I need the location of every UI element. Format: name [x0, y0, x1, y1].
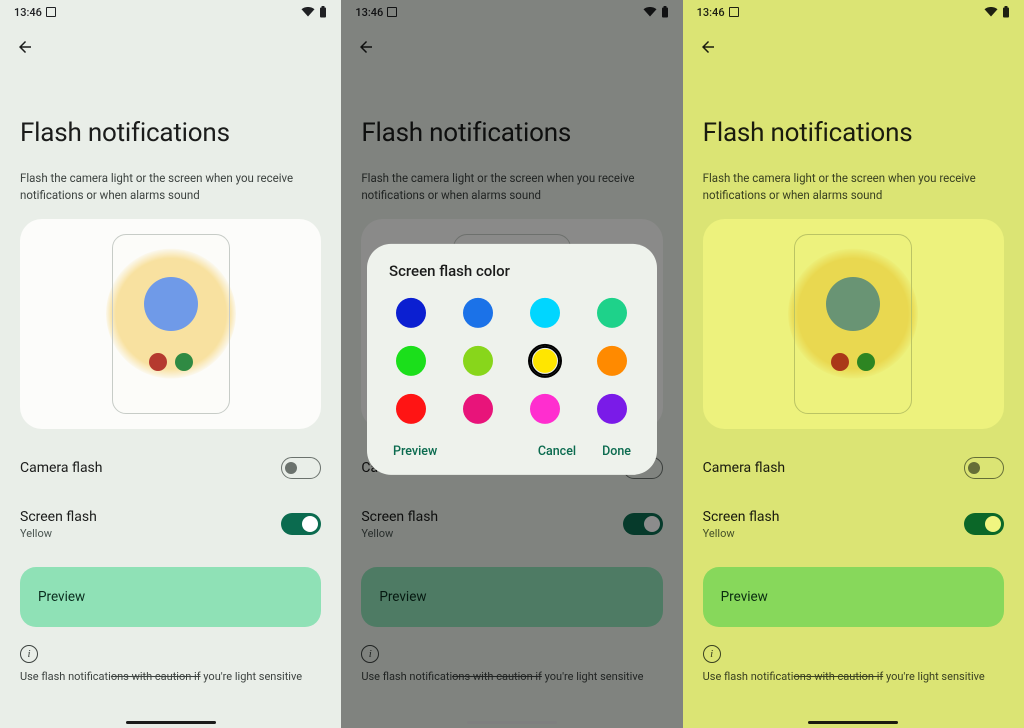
info-icon: i: [361, 645, 379, 663]
footnote-text: Use flash notifications with caution if …: [20, 669, 321, 684]
nav-pill[interactable]: [467, 721, 557, 724]
screen-flash-value: Yellow: [20, 527, 97, 540]
status-time: 13:46: [14, 6, 42, 19]
preview-button[interactable]: Preview: [703, 567, 1004, 627]
screen-flash-label: Screen flash: [703, 509, 780, 525]
color-swatch-3[interactable]: [597, 298, 627, 328]
page-title: Flash notifications: [361, 118, 662, 148]
dialog-title: Screen flash color: [383, 262, 641, 290]
footnote-text: Use flash notifications with caution if …: [361, 669, 662, 684]
screen-flash-label: Screen flash: [20, 509, 97, 525]
camera-flash-row[interactable]: Camera flash: [20, 451, 321, 485]
status-bar: 13:46: [683, 0, 1024, 22]
page-title: Flash notifications: [20, 118, 321, 148]
back-button[interactable]: [697, 36, 719, 58]
status-app-icon: [387, 7, 397, 17]
footnote-text: Use flash notifications with caution if …: [703, 669, 1004, 684]
status-time: 13:46: [355, 6, 383, 19]
status-app-icon: [729, 7, 739, 17]
page-subtitle: Flash the camera light or the screen whe…: [361, 170, 661, 203]
preview-button[interactable]: Preview: [361, 567, 662, 627]
dialog-preview-button[interactable]: Preview: [393, 444, 437, 459]
wifi-icon: [984, 7, 998, 17]
battery-icon: [661, 6, 669, 18]
battery-icon: [1002, 6, 1010, 18]
info-icon: i: [20, 645, 38, 663]
back-button[interactable]: [14, 36, 36, 58]
screen-flash-label: Screen flash: [361, 509, 438, 525]
status-time: 13:46: [697, 6, 725, 19]
color-swatch-6[interactable]: [530, 346, 560, 376]
dialog-done-button[interactable]: Done: [602, 444, 631, 459]
color-swatch-4[interactable]: [396, 346, 426, 376]
color-swatch-1[interactable]: [463, 298, 493, 328]
screenshot-flash-preview: 13:46 Flash notifications Flash the came…: [683, 0, 1024, 728]
screen-flash-value: Yellow: [703, 527, 780, 540]
wifi-icon: [643, 7, 657, 17]
camera-flash-label: Camera flash: [20, 460, 103, 476]
screenshot-color-dialog: 13:46 Flash notifications Flash the came…: [341, 0, 682, 728]
color-swatch-0[interactable]: [396, 298, 426, 328]
info-icon: i: [703, 645, 721, 663]
phone-illustration: [112, 234, 230, 414]
camera-flash-row[interactable]: Camera flash: [703, 451, 1004, 485]
screenshot-settings-normal: 13:46 Flash notifications Flash the came…: [0, 0, 341, 728]
color-swatch-5[interactable]: [463, 346, 493, 376]
screen-flash-row[interactable]: Screen flash Yellow: [703, 507, 1004, 541]
status-bar: 13:46: [0, 0, 341, 22]
camera-flash-toggle[interactable]: [964, 457, 1004, 479]
screen-flash-row[interactable]: Screen flash Yellow: [361, 507, 662, 541]
wifi-icon: [301, 7, 315, 17]
screen-flash-toggle[interactable]: [964, 513, 1004, 535]
page-subtitle: Flash the camera light or the screen whe…: [20, 170, 320, 203]
screen-flash-toggle[interactable]: [281, 513, 321, 535]
illustration-card: [20, 219, 321, 429]
page-title: Flash notifications: [703, 118, 1004, 148]
preview-button[interactable]: Preview: [20, 567, 321, 627]
color-swatch-9[interactable]: [463, 394, 493, 424]
camera-flash-label: Camera flash: [703, 460, 786, 476]
color-swatch-8[interactable]: [396, 394, 426, 424]
nav-pill[interactable]: [808, 721, 898, 724]
status-app-icon: [46, 7, 56, 17]
color-swatch-11[interactable]: [597, 394, 627, 424]
color-swatch-10[interactable]: [530, 394, 560, 424]
nav-pill[interactable]: [126, 721, 216, 724]
color-swatch-2[interactable]: [530, 298, 560, 328]
color-grid: [383, 290, 641, 434]
illustration-card: [703, 219, 1004, 429]
screen-flash-row[interactable]: Screen flash Yellow: [20, 507, 321, 541]
status-bar: 13:46: [341, 0, 682, 22]
camera-flash-toggle[interactable]: [281, 457, 321, 479]
screen-flash-value: Yellow: [361, 527, 438, 540]
page-subtitle: Flash the camera light or the screen whe…: [703, 170, 1003, 203]
battery-icon: [319, 6, 327, 18]
screen-flash-color-dialog: Screen flash color Preview Cancel Done: [367, 244, 657, 475]
phone-illustration: [794, 234, 912, 414]
back-button[interactable]: [355, 36, 377, 58]
screen-flash-toggle[interactable]: [623, 513, 663, 535]
color-swatch-7[interactable]: [597, 346, 627, 376]
dialog-cancel-button[interactable]: Cancel: [538, 444, 576, 459]
